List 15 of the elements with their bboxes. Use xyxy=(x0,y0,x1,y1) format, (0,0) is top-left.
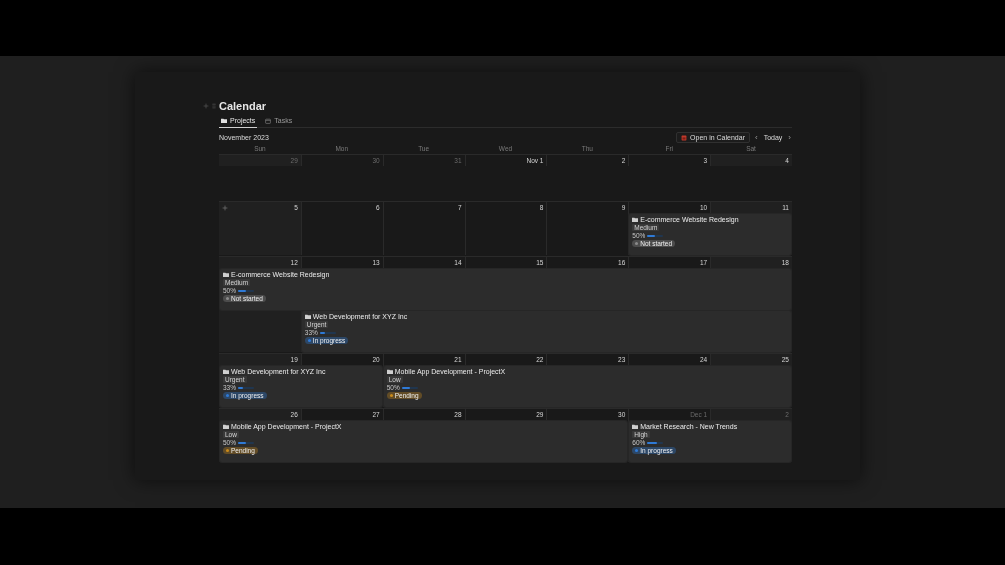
next-button[interactable]: › xyxy=(787,133,792,142)
folder-icon xyxy=(221,118,227,123)
add-icon[interactable] xyxy=(203,103,209,109)
folder-icon xyxy=(386,369,393,374)
page-title: Calendar xyxy=(219,100,267,112)
folder-icon xyxy=(304,314,311,319)
calendar-icon xyxy=(265,117,272,124)
folder-icon xyxy=(223,424,229,429)
previous-button[interactable]: ‹ xyxy=(753,133,759,142)
folder-icon xyxy=(632,217,639,222)
folder-icon xyxy=(223,272,229,277)
folder-icon xyxy=(223,369,229,374)
add-icon[interactable] xyxy=(222,204,228,211)
folder-icon xyxy=(632,424,639,429)
calendar-icon xyxy=(681,134,688,141)
